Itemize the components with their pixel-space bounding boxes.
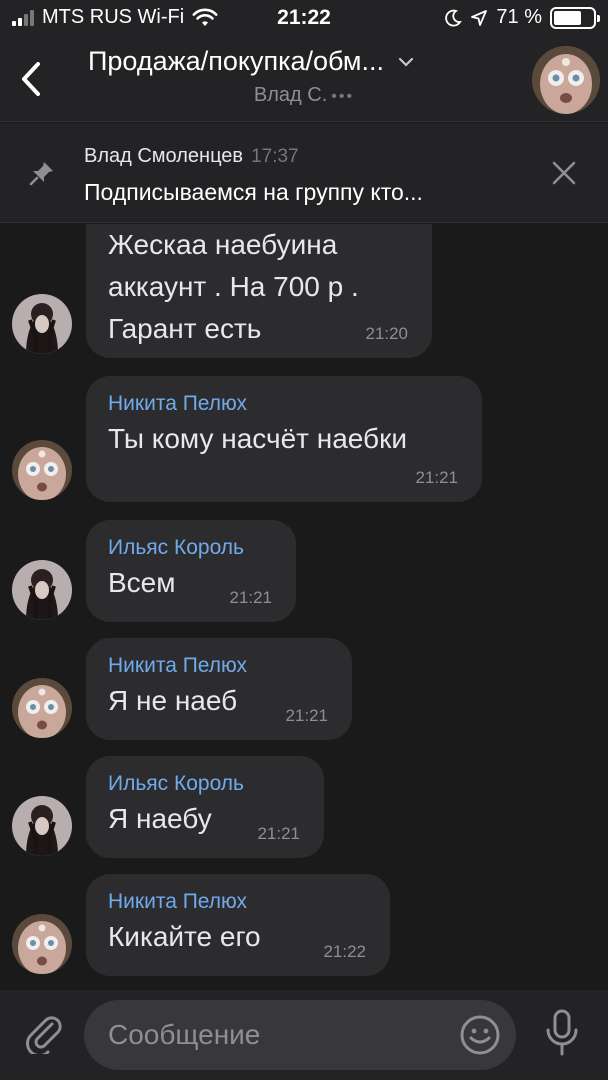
chat-screen: MTS RUS Wi-Fi 21:22 71 % Продажа/покупка… <box>0 0 608 1080</box>
avatar[interactable] <box>12 796 72 856</box>
composer-bar <box>0 990 608 1080</box>
pinned-message[interactable]: Влад Смоленцев 17:37 Подписываемся на гру… <box>0 123 608 223</box>
pinned-author-name: Влад Смоленцев <box>84 145 244 167</box>
emoji-icon[interactable] <box>458 1013 502 1057</box>
sender-name[interactable]: Ильяс Король <box>108 770 302 798</box>
status-bar: MTS RUS Wi-Fi 21:22 71 % <box>0 0 608 40</box>
message-bubble[interactable]: Никита Пелюх Кикайте его 21:22 <box>86 874 390 976</box>
chevron-down-icon[interactable] <box>398 57 414 67</box>
avatar[interactable] <box>12 560 72 620</box>
message-text: аккаунт . На 700 р . <box>108 271 359 302</box>
chat-subtitle: Влад С. ••• <box>0 84 608 107</box>
avatar[interactable] <box>12 294 72 354</box>
pin-icon <box>29 162 53 186</box>
face-avatar-image <box>532 46 600 114</box>
pinned-text: Подписываемся на группу кто... <box>84 179 423 205</box>
message-time: 21:20 <box>365 324 408 343</box>
message-bubble[interactable]: Никита Пелюх Я не наеб 21:21 <box>86 638 352 740</box>
status-right: 71 % <box>444 6 600 29</box>
message-time: 21:21 <box>229 588 272 607</box>
girl-avatar-image <box>12 796 72 856</box>
message-bubble[interactable]: Жескаа наебуина аккаунт . На 700 р . Гар… <box>86 224 432 358</box>
message-text: Ты кому насчёт наебки <box>108 423 407 454</box>
chat-header: Продажа/покупка/обм... Влад С. ••• <box>0 40 608 122</box>
message-time: 21:21 <box>257 824 300 843</box>
pinned-author: Влад Смоленцев 17:37 <box>84 145 299 168</box>
sender-name[interactable]: Никита Пелюх <box>108 888 368 916</box>
close-icon[interactable] <box>550 159 578 187</box>
message-bubble[interactable]: Никита Пелюх Ты кому насчёт наебки 21:21 <box>86 376 482 502</box>
chat-title[interactable]: Продажа/покупка/обм... <box>88 46 498 77</box>
girl-avatar-image <box>12 294 72 354</box>
message-input-container[interactable] <box>84 1000 516 1070</box>
avatar[interactable] <box>12 914 72 974</box>
chat-title-text: Продажа/покупка/обм... <box>88 46 384 76</box>
chat-avatar[interactable] <box>532 46 600 114</box>
message-time: 21:21 <box>415 468 458 487</box>
message-input[interactable] <box>108 1000 448 1070</box>
message-bubble[interactable]: Ильяс Король Я наебу 21:21 <box>86 756 324 858</box>
face-avatar-image <box>12 678 72 738</box>
girl-avatar-image <box>12 560 72 620</box>
sender-name[interactable]: Никита Пелюх <box>108 652 330 680</box>
battery-fill <box>554 10 581 25</box>
typing-user: Влад С. <box>253 84 328 106</box>
face-avatar-image <box>12 914 72 974</box>
battery-percent: 71 % <box>496 6 542 28</box>
location-arrow-icon <box>471 9 488 26</box>
battery-icon <box>550 6 600 29</box>
paperclip-icon[interactable] <box>22 1010 66 1054</box>
sender-name[interactable]: Ильяс Король <box>108 534 274 562</box>
message-text: Жескаа наебуина <box>108 229 338 260</box>
pinned-time: 17:37 <box>251 146 299 167</box>
message-list[interactable]: Жескаа наебуина аккаунт . На 700 р . Гар… <box>0 224 608 990</box>
typing-dots: ••• <box>331 88 355 105</box>
message-bubble[interactable]: Ильяс Король Всем 21:21 <box>86 520 296 622</box>
avatar[interactable] <box>12 440 72 500</box>
message-time: 21:22 <box>323 942 366 961</box>
moon-icon <box>445 9 463 26</box>
sender-name[interactable]: Никита Пелюх <box>108 390 460 418</box>
avatar[interactable] <box>12 678 72 738</box>
face-avatar-image <box>12 440 72 500</box>
message-time: 21:21 <box>285 706 328 725</box>
microphone-icon[interactable] <box>542 1008 582 1058</box>
